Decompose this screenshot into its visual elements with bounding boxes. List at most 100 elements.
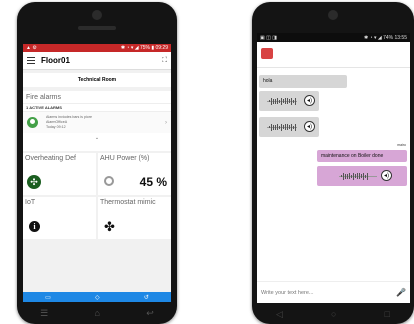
waveform-bar: [279, 99, 280, 103]
message-text: hola: [263, 78, 273, 84]
waveform-bar: [271, 123, 272, 131]
alarm-line-3: Today 09:12: [46, 125, 66, 129]
waveform-bar: [271, 97, 272, 105]
device-nav-bar: ◁ ○ □: [252, 304, 414, 324]
waveform-bar: [357, 173, 358, 179]
audio-message[interactable]: ◂): [259, 117, 319, 137]
tile-label: IoT: [25, 199, 36, 206]
waveform-bar: [343, 172, 344, 180]
waveform-bar: [269, 100, 270, 102]
waveform-bar: [289, 99, 290, 103]
waveform-bar: [347, 173, 348, 179]
device-nav-bar: ☰ ⌂ ↩: [17, 302, 177, 324]
waveform-bar: [283, 125, 284, 129]
waveform-bar: [363, 172, 364, 180]
expand-icon[interactable]: ⛶: [162, 57, 167, 65]
tile-label: Thermostat mimic: [100, 199, 156, 206]
waveform-bar: [361, 174, 362, 178]
waveform-bar: [285, 124, 286, 130]
waveform-bar: [353, 172, 354, 180]
message-input[interactable]: Write your text here...: [261, 290, 313, 296]
play-icon[interactable]: ◂): [304, 121, 315, 132]
app-bottom-bar: ▭ ◇ ↺: [23, 292, 171, 302]
sender-name: mairo: [397, 143, 406, 147]
gauge-icon: [104, 176, 114, 186]
waveform-bar: [273, 124, 274, 130]
waveform-bar: [269, 126, 270, 128]
page-title: Floor01: [41, 56, 70, 65]
status-right: ✱ ◔ ▾ ◢ 75% ▮ 09:29: [120, 45, 168, 51]
square-icon[interactable]: ▭: [45, 294, 51, 301]
tile-iot[interactable]: IoT i: [23, 197, 96, 239]
waveform-bar: [293, 99, 294, 103]
message-bubble[interactable]: hola: [259, 75, 347, 88]
waveform-bar: [277, 124, 278, 130]
waveform-bar: [351, 174, 352, 178]
waveform-bar: [359, 173, 360, 179]
right-phone: ▣ ◫ ◨ ✱ ◔ ▾ ◢ 74% 13:55 hola ◂) ◂) mairo…: [252, 2, 414, 324]
home-button-icon[interactable]: ⌂: [95, 308, 100, 318]
audio-message[interactable]: ◂): [259, 91, 319, 111]
waveform-bar: [291, 97, 292, 105]
waveform-bar: [275, 98, 276, 104]
chevron-right-icon[interactable]: ›: [165, 120, 167, 126]
waveform-bar: [281, 123, 282, 131]
tile-overheating[interactable]: Overheating Def ✣: [23, 153, 96, 195]
back-button-icon[interactable]: ↩: [146, 308, 154, 319]
message-bubble[interactable]: maintenance on Boiler done: [317, 150, 407, 162]
back-icon[interactable]: ↺: [144, 294, 149, 301]
status-left-icons: ▲ ⚙: [26, 45, 37, 51]
active-alarms-label: 1 ACTIVE ALARMS: [23, 103, 171, 112]
back-button-icon[interactable]: ◁: [276, 309, 283, 320]
widget-grid: Overheating Def ✣ AHU Power (%) 45 % IoT…: [23, 153, 171, 239]
tile-ahu-power[interactable]: AHU Power (%) 45 %: [98, 153, 171, 195]
left-screen: ▲ ⚙ ✱ ◔ ▾ ◢ 75% ▮ 09:29 Floor01 ⛶ Techni…: [23, 44, 171, 302]
waveform-bar: [293, 125, 294, 129]
waveform-bar: [295, 123, 296, 131]
waveform: [267, 123, 297, 131]
camera: [92, 10, 102, 20]
waveform-bar: [283, 99, 284, 103]
waveform: [267, 97, 297, 105]
waveform-bar: [277, 98, 278, 104]
left-phone: ▲ ⚙ ✱ ◔ ▾ ◢ 75% ▮ 09:29 Floor01 ⛶ Techni…: [17, 2, 177, 324]
tile-label: Overheating Def: [25, 155, 76, 162]
waveform-bar: [291, 123, 292, 131]
waveform-bar: [273, 98, 274, 104]
camera: [328, 10, 338, 20]
tile-thermostat[interactable]: Thermostat mimic ✤: [98, 197, 171, 239]
waveform-bar: [289, 125, 290, 129]
message-text: maintenance on Boiler done: [321, 153, 384, 159]
app-logo-icon[interactable]: [261, 48, 273, 59]
play-icon[interactable]: ◂): [304, 95, 315, 106]
status-bar: ▲ ⚙ ✱ ◔ ▾ ◢ 75% ▮ 09:29: [23, 44, 171, 52]
waveform-bar: [275, 124, 276, 130]
chat-header: [257, 42, 410, 68]
alarm-row[interactable]: Alarms inviodes bars is piore AlarmOffic…: [23, 112, 171, 133]
fire-alarms-card[interactable]: Fire alarms 1 ACTIVE ALARMS Alarms invio…: [23, 91, 171, 151]
menu-icon[interactable]: ☰: [40, 308, 48, 319]
message-composer[interactable]: Write your text here... 🎤: [257, 281, 410, 303]
tile-value: 45 %: [139, 175, 167, 189]
waveform-bar: [345, 173, 346, 179]
home-icon[interactable]: ◇: [95, 294, 100, 301]
fan-icon: ✤: [104, 219, 115, 234]
waveform-bar: [281, 97, 282, 105]
home-button-icon[interactable]: ○: [331, 309, 336, 319]
status-right: ✱ ◔ ▾ ◢ 74% 13:55: [363, 34, 407, 41]
waveform-bar: [355, 174, 356, 178]
chevron-down-icon[interactable]: ⌄: [23, 135, 171, 141]
alarm-text: Alarms inviodes bars is piore AlarmOffic…: [46, 115, 92, 130]
play-icon[interactable]: ◂): [381, 170, 392, 181]
recents-button-icon[interactable]: □: [385, 309, 390, 319]
waveform-bar: [285, 98, 286, 104]
fan-green-icon: ✣: [27, 175, 41, 189]
audio-message[interactable]: ◂): [317, 166, 407, 186]
waveform-bar: [295, 97, 296, 105]
app-bar: Floor01 ⛶: [23, 52, 171, 70]
hamburger-icon[interactable]: [27, 57, 35, 64]
waveform-bar: [365, 174, 366, 178]
waveform: [339, 172, 377, 180]
tile-label: AHU Power (%): [100, 155, 150, 162]
mic-icon[interactable]: 🎤: [396, 288, 406, 297]
